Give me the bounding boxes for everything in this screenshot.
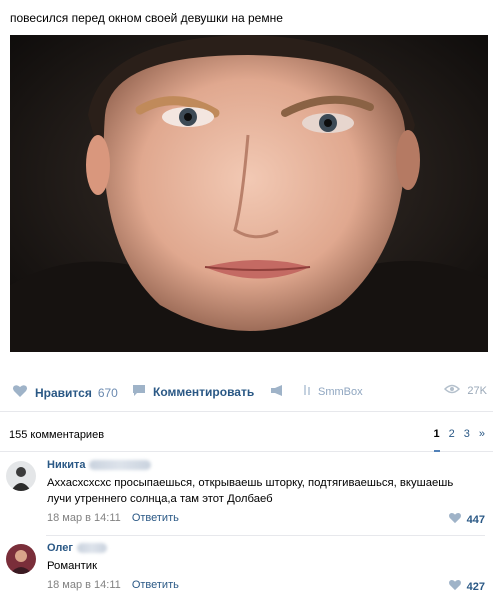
comment-item: Олег Романтик 18 мар в 14:11 Ответить 42…: [0, 542, 493, 604]
post-text: повесился перед окном своей девушки на р…: [10, 11, 283, 25]
brand-icon: [303, 384, 311, 399]
comments-header: 155 комментариев 1 2 3 »: [0, 412, 493, 452]
comment-text: Аххасхсхсхс просыпаешься, открываешь што…: [47, 477, 454, 505]
comment-item: Никита Аххасхсхсхс просыпаешься, открыва…: [0, 459, 493, 536]
comment-author[interactable]: Никита: [47, 459, 152, 471]
author-name: Олег: [47, 542, 73, 554]
brand-label: SmmBox: [318, 385, 363, 398]
heart-icon: [12, 384, 28, 401]
comment-author[interactable]: Олег: [47, 542, 107, 554]
comment-like-button[interactable]: 447: [448, 512, 485, 527]
share-button[interactable]: [270, 384, 293, 400]
avatar[interactable]: [6, 544, 36, 574]
post-photo[interactable]: [10, 35, 488, 352]
eye-icon: [444, 384, 461, 397]
comment-label: Комментировать: [153, 385, 255, 399]
like-count: 670: [97, 385, 118, 400]
avatar[interactable]: [6, 461, 36, 491]
heart-icon: [448, 512, 462, 527]
comment-button[interactable]: Комментировать: [132, 384, 254, 400]
blurred-surname: [89, 460, 152, 470]
views-count: 27K: [467, 384, 487, 397]
megaphone-icon: [270, 384, 286, 400]
comment-text: Романтик: [47, 560, 98, 572]
smmbox-link[interactable]: SmmBox: [303, 384, 363, 399]
page-2[interactable]: 2: [449, 428, 455, 452]
reply-button[interactable]: Ответить: [132, 512, 179, 524]
comment-like-count: 447: [466, 513, 485, 526]
portrait-image: [10, 35, 488, 352]
reply-button[interactable]: Ответить: [132, 579, 179, 591]
author-name: Никита: [47, 459, 86, 471]
comment-like-button[interactable]: 427: [448, 579, 485, 594]
comment-meta: 18 мар в 14:11 Ответить: [47, 512, 179, 524]
comment-meta: 18 мар в 14:11 Ответить: [47, 579, 179, 591]
page-1[interactable]: 1: [433, 428, 440, 452]
like-button[interactable]: Нравится 670: [12, 384, 118, 401]
comments-count: 155 комментариев: [9, 429, 105, 441]
comment-divider: [46, 535, 485, 536]
blurred-surname: [76, 543, 107, 553]
post-actions-bar: Нравится 670 Комментировать SmmBox 27K: [0, 372, 493, 412]
like-label: Нравится: [35, 385, 92, 400]
page-next[interactable]: »: [479, 428, 485, 452]
heart-icon: [448, 579, 462, 594]
comment-like-count: 427: [466, 580, 485, 593]
comment-date[interactable]: 18 мар в 14:11: [47, 512, 121, 524]
comment-icon: [132, 384, 146, 400]
views-counter: 27K: [444, 384, 487, 397]
page-3[interactable]: 3: [464, 428, 470, 452]
comment-date[interactable]: 18 мар в 14:11: [47, 579, 121, 591]
comments-pager: 1 2 3 »: [433, 428, 485, 452]
